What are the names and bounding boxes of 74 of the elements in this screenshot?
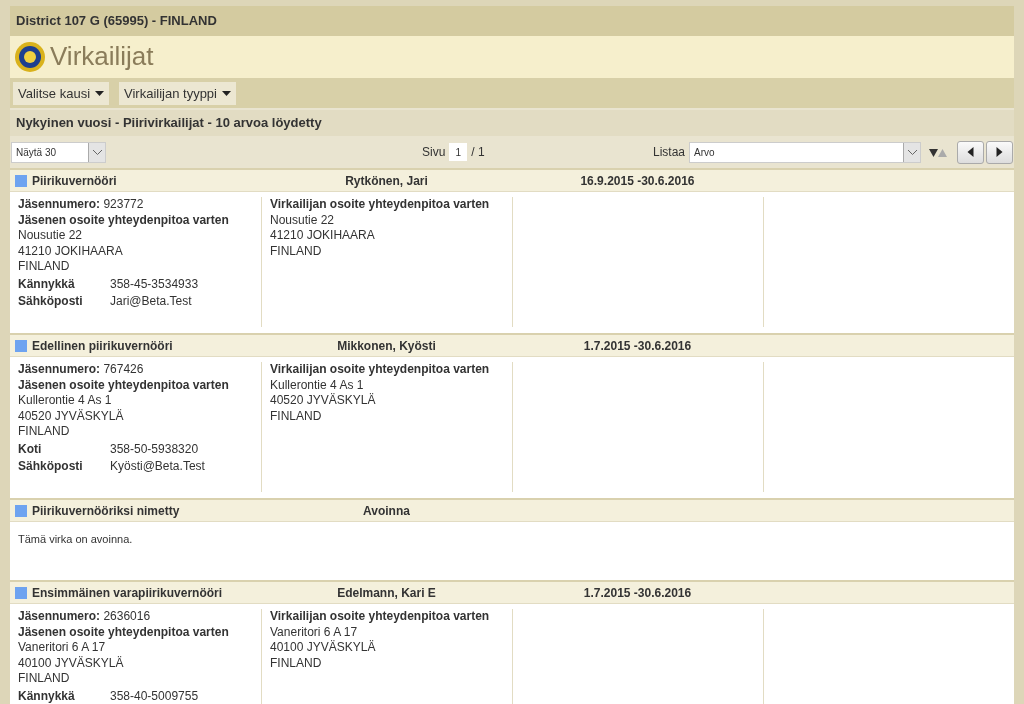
page-total: / 1 [471, 144, 485, 161]
role-marker [15, 174, 27, 187]
address-line: 40520 JYVÄSKYLÄ [18, 408, 125, 424]
contact-value: Jari@Beta.Test [110, 293, 193, 310]
address-line: FINLAND [18, 424, 71, 440]
address-line: 40520 JYVÄSKYLÄ [270, 393, 377, 409]
previous-page-button[interactable] [957, 140, 984, 164]
address-heading: Virkailijan osoite yhteydenpitoa varten [270, 609, 491, 625]
sort-label: Listaa [652, 144, 685, 161]
contact-label: Sähköposti [18, 293, 110, 311]
address-line: Nousutie 22 [270, 212, 336, 228]
caret-icon [95, 90, 104, 96]
contact-label: Kännykkä [18, 275, 110, 293]
address-heading: Jäsenen osoite yhteydenpitoa varten [18, 212, 230, 228]
address-line: 40100 JYVÄSKYLÄ [270, 640, 377, 656]
address-heading: Jäsenen osoite yhteydenpitoa varten [18, 624, 230, 640]
contact-label: Sähköposti [18, 458, 110, 476]
address-line: Nousutie 22 [18, 228, 84, 244]
address-line: FINLAND [270, 243, 323, 259]
address-line: FINLAND [18, 259, 71, 275]
address-line: FINLAND [18, 671, 71, 687]
role-marker [15, 586, 27, 599]
sort-order-icon[interactable] [929, 147, 947, 157]
contact-label: Koti [18, 440, 110, 458]
emblem-icon [14, 41, 46, 73]
address-heading: Virkailijan osoite yhteydenpitoa varten [270, 362, 491, 378]
role-title: Piirikuvernööri [32, 172, 117, 190]
term-period: 1.7.2015 -30.6.2016 [583, 338, 692, 353]
term-period: 16.9.2015 -30.6.2016 [580, 173, 695, 188]
dropdown-button[interactable]: Valitse kausi [13, 81, 109, 105]
contact-value: 358-45-3534933 [110, 275, 199, 293]
address-line: Kullerontie 4 As 1 [270, 377, 365, 393]
page-number-field[interactable]: 1 [449, 143, 468, 161]
right-triangle-icon [996, 147, 1003, 157]
address-line: FINLAND [270, 408, 323, 424]
address-heading: Virkailijan osoite yhteydenpitoa varten [270, 197, 491, 213]
role-title: Piirikuvernööriksi nimetty [32, 502, 180, 520]
contact-value: 358-50-5938320 [110, 440, 200, 458]
address-line: FINLAND [270, 655, 323, 671]
address-line: 41210 JOKIHAARA [18, 243, 124, 259]
member-number: Jäsennumero: 767426 [18, 362, 145, 378]
officer-name: Rytkönen, Jari [345, 173, 428, 188]
dropdown-button[interactable]: Virkailijan tyyppi [119, 81, 236, 105]
caret-icon [222, 90, 231, 96]
next-page-button[interactable] [986, 140, 1013, 164]
results-summary: Nykyinen vuosi - Piirivirkailijat - 10 arvoa löydetty [10, 108, 1014, 136]
contact-value: 358-40-5009755 [110, 687, 199, 704]
role-marker [15, 339, 27, 352]
member-number: Jäsennumero: 2636016 [18, 609, 152, 625]
address-line: Kullerontie 4 As 1 [18, 393, 113, 409]
address-line: 40100 JYVÄSKYLÄ [18, 655, 125, 671]
left-triangle-icon [967, 147, 974, 157]
role-title: Edellinen piirikuvernööri [32, 337, 173, 355]
term-period: 1.7.2015 -30.6.2016 [583, 585, 692, 600]
role-title: Ensimmäinen varapiirikuvernööri [32, 584, 223, 602]
officer-name: Avoinna [363, 503, 410, 518]
member-number: Jäsennumero: 923772 [18, 197, 145, 213]
address-line: Vaneritori 6 A 17 [18, 640, 107, 656]
vacancy-note: Tämä virka on avoinna. [18, 532, 134, 547]
address-line: Vaneritori 6 A 17 [270, 624, 359, 640]
address-heading: Jäsenen osoite yhteydenpitoa varten [18, 377, 230, 393]
page-title: Virkailijat [50, 41, 154, 73]
chevron-down-icon [907, 149, 917, 155]
chevron-down-icon [92, 149, 102, 155]
district-title: District 107 G (65995) - FINLAND [10, 6, 1014, 36]
officer-name: Mikkonen, Kyösti [337, 338, 436, 353]
page-size-select[interactable]: Näytä 30 [11, 141, 106, 163]
address-line: 41210 JOKIHAARA [270, 228, 376, 244]
officer-name: Edelmann, Kari E [337, 585, 436, 600]
sort-select[interactable]: Arvo [689, 141, 921, 163]
contact-value: Kyösti@Beta.Test [110, 458, 205, 475]
page-label: Sivu [422, 144, 446, 161]
role-marker [15, 504, 27, 517]
contact-label: Kännykkä [18, 687, 110, 704]
